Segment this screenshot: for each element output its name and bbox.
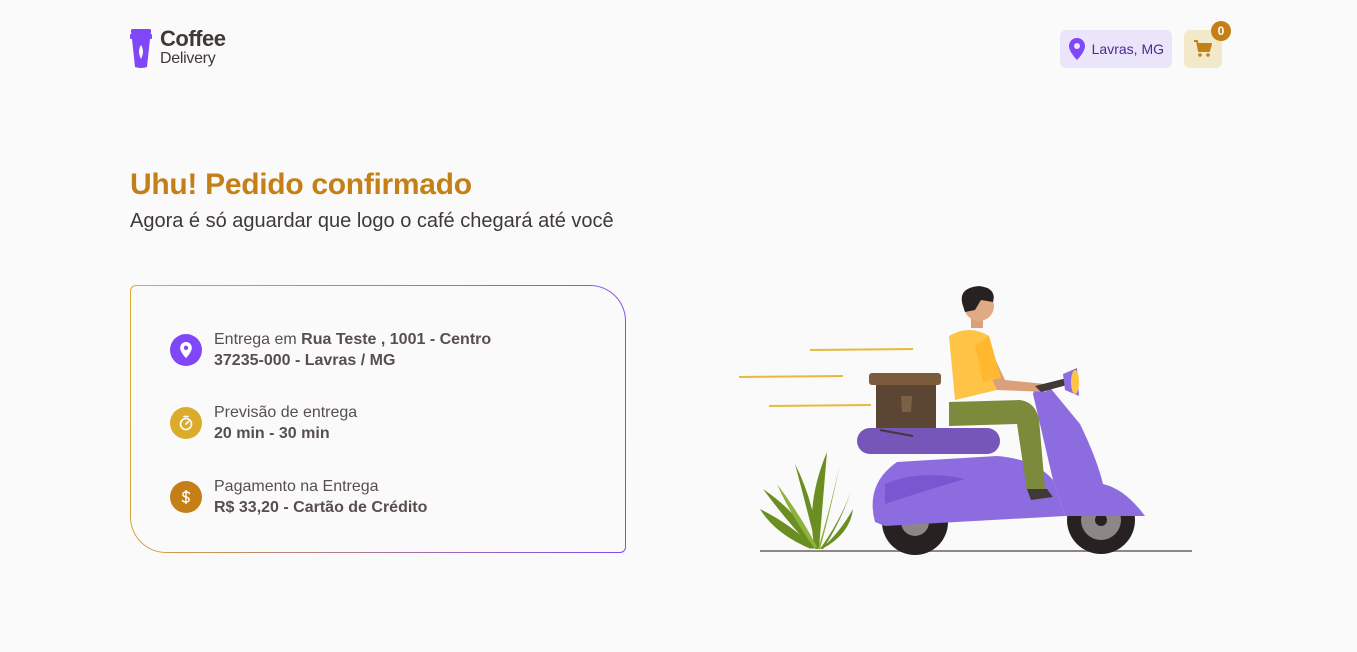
header: Coffee Delivery Lavras, MG 0 [130, 21, 1231, 70]
cart-count-badge: 0 [1211, 21, 1231, 41]
eta-value: 20 min - 30 min [214, 425, 330, 442]
delivery-eta-row: Previsão de entrega 20 min - 30 min [170, 402, 357, 444]
map-pin-icon [1068, 38, 1085, 60]
location-button[interactable]: Lavras, MG [1059, 30, 1172, 68]
location-label: Lavras, MG [1091, 41, 1164, 57]
delivery-address-row: Entrega em Rua Teste , 1001 - Centro 372… [170, 329, 491, 371]
logo-subtitle: Delivery [160, 50, 216, 67]
eta-label: Previsão de entrega [214, 404, 358, 421]
logo[interactable]: Coffee Delivery [130, 26, 226, 69]
delivery-street: Rua Teste , 1001 - Centro [301, 331, 492, 348]
payment-value: R$ 33,20 - Cartão de Crédito [214, 499, 428, 516]
page-title: Uhu! Pedido confirmado [130, 168, 472, 201]
cart-button[interactable]: 0 [1184, 21, 1231, 68]
delivery-prefix: Entrega em [214, 331, 302, 348]
payment-row: Pagamento na Entrega R$ 33,20 - Cartão d… [170, 476, 427, 518]
delivery-scooter-illustration [738, 286, 1192, 555]
coffee-cup-icon [130, 29, 152, 68]
shopping-cart-icon [1194, 40, 1212, 57]
map-pin-icon [170, 334, 202, 366]
currency-dollar-icon [170, 481, 202, 513]
page-subtitle: Agora é só aguardar que logo o café cheg… [130, 210, 614, 232]
order-info-card: Entrega em Rua Teste , 1001 - Centro 372… [130, 285, 626, 553]
delivery-city: 37235-000 - Lavras / MG [214, 352, 396, 369]
logo-title: Coffee [160, 26, 226, 51]
timer-icon [170, 407, 202, 439]
payment-label: Pagamento na Entrega [214, 478, 379, 495]
